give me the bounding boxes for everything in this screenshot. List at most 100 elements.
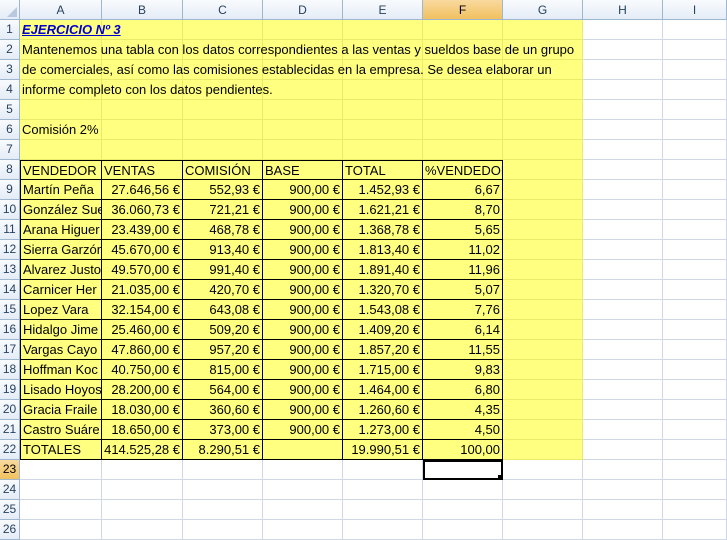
table-header-base[interactable]: BASE bbox=[263, 160, 343, 180]
cell-h19[interactable] bbox=[583, 380, 663, 400]
cell-i17[interactable] bbox=[663, 340, 727, 360]
select-all-corner[interactable] bbox=[0, 0, 20, 20]
cell-b23[interactable] bbox=[102, 460, 183, 480]
cell-e24[interactable] bbox=[343, 480, 423, 500]
totals-value[interactable]: 414.525,28 € bbox=[102, 440, 183, 460]
table-row-value[interactable]: 1.543,08 € bbox=[343, 300, 423, 320]
table-row-value[interactable]: 900,00 € bbox=[263, 300, 343, 320]
table-row-value[interactable]: 1.891,40 € bbox=[343, 260, 423, 280]
table-row-vendor[interactable]: González Sue bbox=[20, 200, 102, 220]
table-row-value[interactable]: 11,55 bbox=[423, 340, 503, 360]
table-row-value[interactable]: 721,21 € bbox=[183, 200, 263, 220]
table-row-value[interactable]: 1.368,78 € bbox=[343, 220, 423, 240]
cell-f1[interactable] bbox=[423, 20, 503, 40]
cell-h9[interactable] bbox=[583, 180, 663, 200]
cell-i18[interactable] bbox=[663, 360, 727, 380]
table-row-value[interactable]: 360,60 € bbox=[183, 400, 263, 420]
cell-d5[interactable] bbox=[263, 100, 343, 120]
cell-h22[interactable] bbox=[583, 440, 663, 460]
table-row-value[interactable]: 1.409,20 € bbox=[343, 320, 423, 340]
table-row-value[interactable]: 373,00 € bbox=[183, 420, 263, 440]
cell-h25[interactable] bbox=[583, 500, 663, 520]
cell-i23[interactable] bbox=[663, 460, 727, 480]
cell-i7[interactable] bbox=[663, 140, 727, 160]
cell-d26[interactable] bbox=[263, 520, 343, 540]
row-header-1[interactable]: 1 bbox=[0, 20, 20, 40]
table-row-vendor[interactable]: Sierra Garzón bbox=[20, 240, 102, 260]
cell-b1[interactable] bbox=[102, 20, 183, 40]
totals-value[interactable] bbox=[263, 440, 343, 460]
cell-i1[interactable] bbox=[663, 20, 727, 40]
cell-a7[interactable] bbox=[20, 140, 102, 160]
table-row-value[interactable]: 900,00 € bbox=[263, 320, 343, 340]
cell-i5[interactable] bbox=[663, 100, 727, 120]
table-row-value[interactable]: 1.715,00 € bbox=[343, 360, 423, 380]
table-row-vendor[interactable]: Carnicer Her bbox=[20, 280, 102, 300]
totals-label[interactable]: TOTALES bbox=[20, 440, 102, 460]
cell-h2[interactable] bbox=[583, 40, 663, 60]
table-row-vendor[interactable]: Arana Higuer bbox=[20, 220, 102, 240]
cell-c25[interactable] bbox=[183, 500, 263, 520]
cell-g3[interactable] bbox=[503, 60, 583, 80]
cell-c26[interactable] bbox=[183, 520, 263, 540]
row-header-10[interactable]: 10 bbox=[0, 200, 20, 220]
cell-g1[interactable] bbox=[503, 20, 583, 40]
cell-i6[interactable] bbox=[663, 120, 727, 140]
column-header-g[interactable]: G bbox=[503, 0, 583, 20]
table-row-value[interactable]: 900,00 € bbox=[263, 340, 343, 360]
cell-h5[interactable] bbox=[583, 100, 663, 120]
cell-d4[interactable] bbox=[263, 80, 343, 100]
row-header-3[interactable]: 3 bbox=[0, 60, 20, 80]
cell-g10[interactable] bbox=[503, 200, 583, 220]
table-row-value[interactable]: 4,50 bbox=[423, 420, 503, 440]
table-row-value[interactable]: 5,65 bbox=[423, 220, 503, 240]
table-row-value[interactable]: 564,00 € bbox=[183, 380, 263, 400]
table-row-value[interactable]: 900,00 € bbox=[263, 400, 343, 420]
cell-g13[interactable] bbox=[503, 260, 583, 280]
cell-i25[interactable] bbox=[663, 500, 727, 520]
cell-f6[interactable] bbox=[423, 120, 503, 140]
table-row-value[interactable]: 6,80 bbox=[423, 380, 503, 400]
row-header-16[interactable]: 16 bbox=[0, 320, 20, 340]
cell-c23[interactable] bbox=[183, 460, 263, 480]
table-row-value[interactable]: 900,00 € bbox=[263, 180, 343, 200]
cell-f2[interactable] bbox=[423, 40, 503, 60]
cell-h12[interactable] bbox=[583, 240, 663, 260]
table-row-value[interactable]: 552,93 € bbox=[183, 180, 263, 200]
cell-a25[interactable] bbox=[20, 500, 102, 520]
table-row-vendor[interactable]: Vargas Cayo bbox=[20, 340, 102, 360]
cell-c24[interactable] bbox=[183, 480, 263, 500]
cell-g22[interactable] bbox=[503, 440, 583, 460]
cell-a6[interactable] bbox=[20, 120, 102, 140]
row-header-22[interactable]: 22 bbox=[0, 440, 20, 460]
selected-cell-f23[interactable] bbox=[423, 460, 503, 480]
cell-g6[interactable] bbox=[503, 120, 583, 140]
column-header-c[interactable]: C bbox=[183, 0, 263, 20]
cell-f25[interactable] bbox=[423, 500, 503, 520]
cell-g8[interactable] bbox=[503, 160, 583, 180]
cell-h18[interactable] bbox=[583, 360, 663, 380]
cell-b25[interactable] bbox=[102, 500, 183, 520]
cell-f5[interactable] bbox=[423, 100, 503, 120]
table-row-value[interactable]: 1.260,60 € bbox=[343, 400, 423, 420]
table-row-value[interactable]: 509,20 € bbox=[183, 320, 263, 340]
cell-h10[interactable] bbox=[583, 200, 663, 220]
column-header-f[interactable]: F bbox=[423, 0, 503, 20]
table-row-value[interactable]: 1.464,00 € bbox=[343, 380, 423, 400]
cell-e2[interactable] bbox=[343, 40, 423, 60]
table-header-comisin[interactable]: COMISIÓN bbox=[183, 160, 263, 180]
cell-i24[interactable] bbox=[663, 480, 727, 500]
cell-i13[interactable] bbox=[663, 260, 727, 280]
table-row-vendor[interactable]: Lisado Hoyos bbox=[20, 380, 102, 400]
cell-i3[interactable] bbox=[663, 60, 727, 80]
table-row-value[interactable]: 4,35 bbox=[423, 400, 503, 420]
cell-g17[interactable] bbox=[503, 340, 583, 360]
table-row-value[interactable]: 32.154,00 € bbox=[102, 300, 183, 320]
cell-i2[interactable] bbox=[663, 40, 727, 60]
cell-i19[interactable] bbox=[663, 380, 727, 400]
cell-i15[interactable] bbox=[663, 300, 727, 320]
cell-h6[interactable] bbox=[583, 120, 663, 140]
cell-d7[interactable] bbox=[263, 140, 343, 160]
cell-g4[interactable] bbox=[503, 80, 583, 100]
table-row-vendor[interactable]: Hoffman Koc bbox=[20, 360, 102, 380]
